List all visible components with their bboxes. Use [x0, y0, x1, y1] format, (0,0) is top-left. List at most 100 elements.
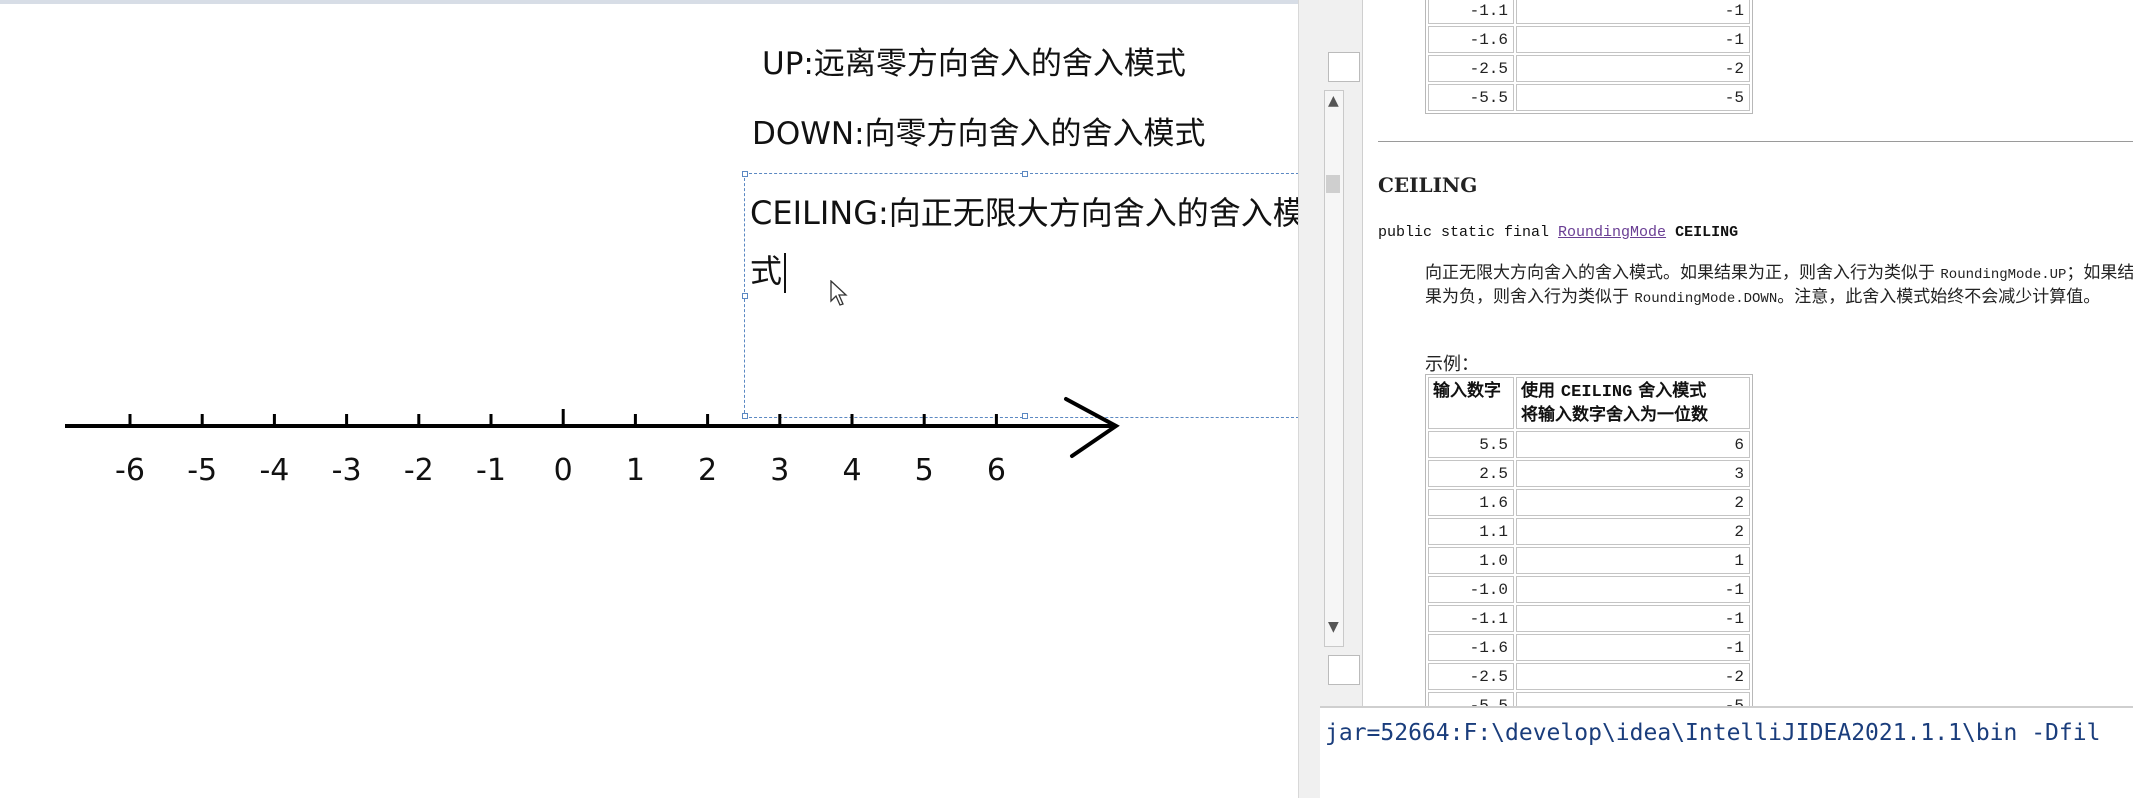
input-cell: 1.0 — [1428, 547, 1514, 574]
resize-handle-tl[interactable] — [742, 171, 748, 177]
declaration-prefix: public static final — [1378, 224, 1559, 241]
tick-label: 6 — [987, 453, 1006, 488]
table-row: 2.5 3 — [1428, 460, 1750, 487]
scrollbar-thumb[interactable] — [1326, 175, 1340, 193]
note-up[interactable]: UP:远离零方向舍入的舍入模式 — [762, 38, 1186, 83]
result-cell: -1 — [1516, 26, 1750, 53]
table-row: -2.5 -2 — [1428, 663, 1750, 690]
scroll-down-icon[interactable]: ▼ — [1328, 619, 1339, 635]
result-cell: -5 — [1516, 84, 1750, 111]
table-header-row: 输入数字 使用 CEILING 舍入模式将输入数字舍入为一位数 — [1428, 377, 1750, 429]
input-cell: -1.1 — [1428, 0, 1514, 24]
table-row: 1.6 2 — [1428, 489, 1750, 516]
ceiling-note-line1: CEILING:向正无限大方向舍入的舍入模 — [750, 194, 1305, 232]
scroll-column: ▲ ▼ — [1320, 0, 1362, 706]
result-cell: -1 — [1516, 0, 1750, 24]
tick-label: -1 — [476, 453, 506, 488]
table-row: -1.6 -1 — [1428, 26, 1750, 53]
result-cell: -1 — [1516, 634, 1750, 661]
result-cell: 2 — [1516, 518, 1750, 545]
description: 向正无限大方向舍入的舍入模式。如果结果为正，则舍入行为类似于 RoundingM… — [1425, 262, 2133, 310]
result-cell: 2 — [1516, 489, 1750, 516]
input-cell: 1.1 — [1428, 518, 1514, 545]
header-result-code: CEILING — [1560, 383, 1633, 402]
header-result: 使用 CEILING 舍入模式将输入数字舍入为一位数 — [1516, 377, 1750, 429]
result-cell: -1 — [1516, 576, 1750, 603]
number-line: -6 -5 -4 -3 -2 -1 0 1 2 3 4 5 6 — [65, 397, 1120, 488]
ceiling-note-line2: 式 — [750, 252, 783, 290]
table-row: -2.5 -2 — [1428, 55, 1750, 82]
input-cell: -1.6 — [1428, 634, 1514, 661]
description-code-down: RoundingMode.DOWN — [1634, 291, 1778, 307]
result-cell: -2 — [1516, 55, 1750, 82]
table-row: 1.1 2 — [1428, 518, 1750, 545]
input-cell: 5.5 — [1428, 431, 1514, 458]
example-label: 示例： — [1425, 354, 1479, 375]
tick-label: 0 — [554, 453, 573, 488]
result-cell: -1 — [1516, 605, 1750, 632]
header-result-post: 舍入模式 — [1632, 381, 1707, 401]
resize-handle-ml[interactable] — [742, 293, 748, 299]
tick-label: 5 — [915, 453, 934, 488]
input-cell: -1.6 — [1428, 26, 1514, 53]
result-cell: 1 — [1516, 547, 1750, 574]
input-cell: 2.5 — [1428, 460, 1514, 487]
description-part1: 向正无限大方向舍入的舍入模式。如果结果为正，则舍入行为类似于 — [1425, 263, 1941, 283]
drawing-canvas[interactable]: UP:远离零方向舍入的舍入模式 DOWN:向零方向舍入的舍入模式 CEILING… — [0, 0, 1305, 798]
table-row: -5.5 -5 — [1428, 692, 1750, 706]
description-part3: 。注意，此舍入模式始终不会减少计算值。 — [1777, 287, 2101, 307]
table-row: -1.1 -1 — [1428, 605, 1750, 632]
input-cell: -5.5 — [1428, 692, 1514, 706]
input-cell: -5.5 — [1428, 84, 1514, 111]
ceiling-example-table: 输入数字 使用 CEILING 舍入模式将输入数字舍入为一位数 5.5 6 2.5 3… — [1425, 374, 1753, 706]
table-row: 5.5 6 — [1428, 431, 1750, 458]
tick-label: -4 — [259, 453, 289, 488]
text-caret — [784, 253, 787, 293]
input-cell: -2.5 — [1428, 55, 1514, 82]
doc-content: -1.1 -1 -1.6 -1 -2.5 -2 -5.5 -5 CEILING public … — [1362, 0, 2133, 706]
javadoc-panel: ▲ ▼ -1.1 -1 -1.6 -1 -2.5 -2 -5.5 -5 CEILING pub… — [1320, 0, 2133, 706]
console-panel[interactable]: jar=52664:F:\develop\idea\IntelliJIDEA20… — [1320, 706, 2133, 800]
input-cell: -1.0 — [1428, 576, 1514, 603]
mouse-pointer-icon — [830, 280, 848, 306]
resize-handle-tm[interactable] — [1022, 171, 1028, 177]
result-cell: -2 — [1516, 663, 1750, 690]
table-row: -1.0 -1 — [1428, 576, 1750, 603]
tick-label: -5 — [187, 453, 217, 488]
tick-label: 4 — [842, 453, 861, 488]
input-cell: -1.1 — [1428, 605, 1514, 632]
tick-label: 1 — [626, 453, 645, 488]
tick-label: -3 — [332, 453, 362, 488]
header-result-pre: 使用 — [1521, 381, 1561, 401]
input-cell: -2.5 — [1428, 663, 1514, 690]
note-down[interactable]: DOWN:向零方向舍入的舍入模式 — [752, 108, 1206, 153]
panel-divider[interactable] — [1298, 0, 1321, 798]
table-row: -1.1 -1 — [1428, 0, 1750, 24]
field-declaration: public static final RoundingMode CEILING — [1378, 224, 1738, 241]
side-widget-bottom[interactable] — [1328, 655, 1360, 685]
header-input-number: 输入数字 — [1428, 377, 1514, 429]
header-result-line2: 将输入数字舍入为一位数 — [1521, 405, 1708, 425]
side-widget-top[interactable] — [1328, 52, 1360, 82]
tick-label: 2 — [698, 453, 717, 488]
vertical-scrollbar[interactable]: ▲ ▼ — [1324, 90, 1344, 647]
table-row: -5.5 -5 — [1428, 84, 1750, 111]
console-output: jar=52664:F:\develop\idea\IntelliJIDEA20… — [1325, 720, 2101, 746]
table-row: -1.6 -1 — [1428, 634, 1750, 661]
table-row: 1.0 1 — [1428, 547, 1750, 574]
down-example-table: -1.1 -1 -1.6 -1 -2.5 -2 -5.5 -5 — [1425, 0, 1753, 114]
section-divider — [1378, 141, 2133, 142]
result-cell: 3 — [1516, 460, 1750, 487]
tick-label: -2 — [404, 453, 434, 488]
description-code-up: RoundingMode.UP — [1940, 267, 2067, 283]
ceiling-text-box[interactable]: CEILING:向正无限大方向舍入的舍入模式 — [742, 171, 1305, 419]
result-cell: -5 — [1516, 692, 1750, 706]
roundingmode-link[interactable]: RoundingMode — [1558, 224, 1666, 241]
scroll-up-icon[interactable]: ▲ — [1328, 93, 1339, 109]
result-cell: 6 — [1516, 431, 1750, 458]
declaration-name: CEILING — [1675, 224, 1739, 241]
tick-label: -6 — [115, 453, 145, 488]
doc-heading: CEILING — [1378, 173, 1478, 197]
input-cell: 1.6 — [1428, 489, 1514, 516]
tick-label: 3 — [770, 453, 789, 488]
